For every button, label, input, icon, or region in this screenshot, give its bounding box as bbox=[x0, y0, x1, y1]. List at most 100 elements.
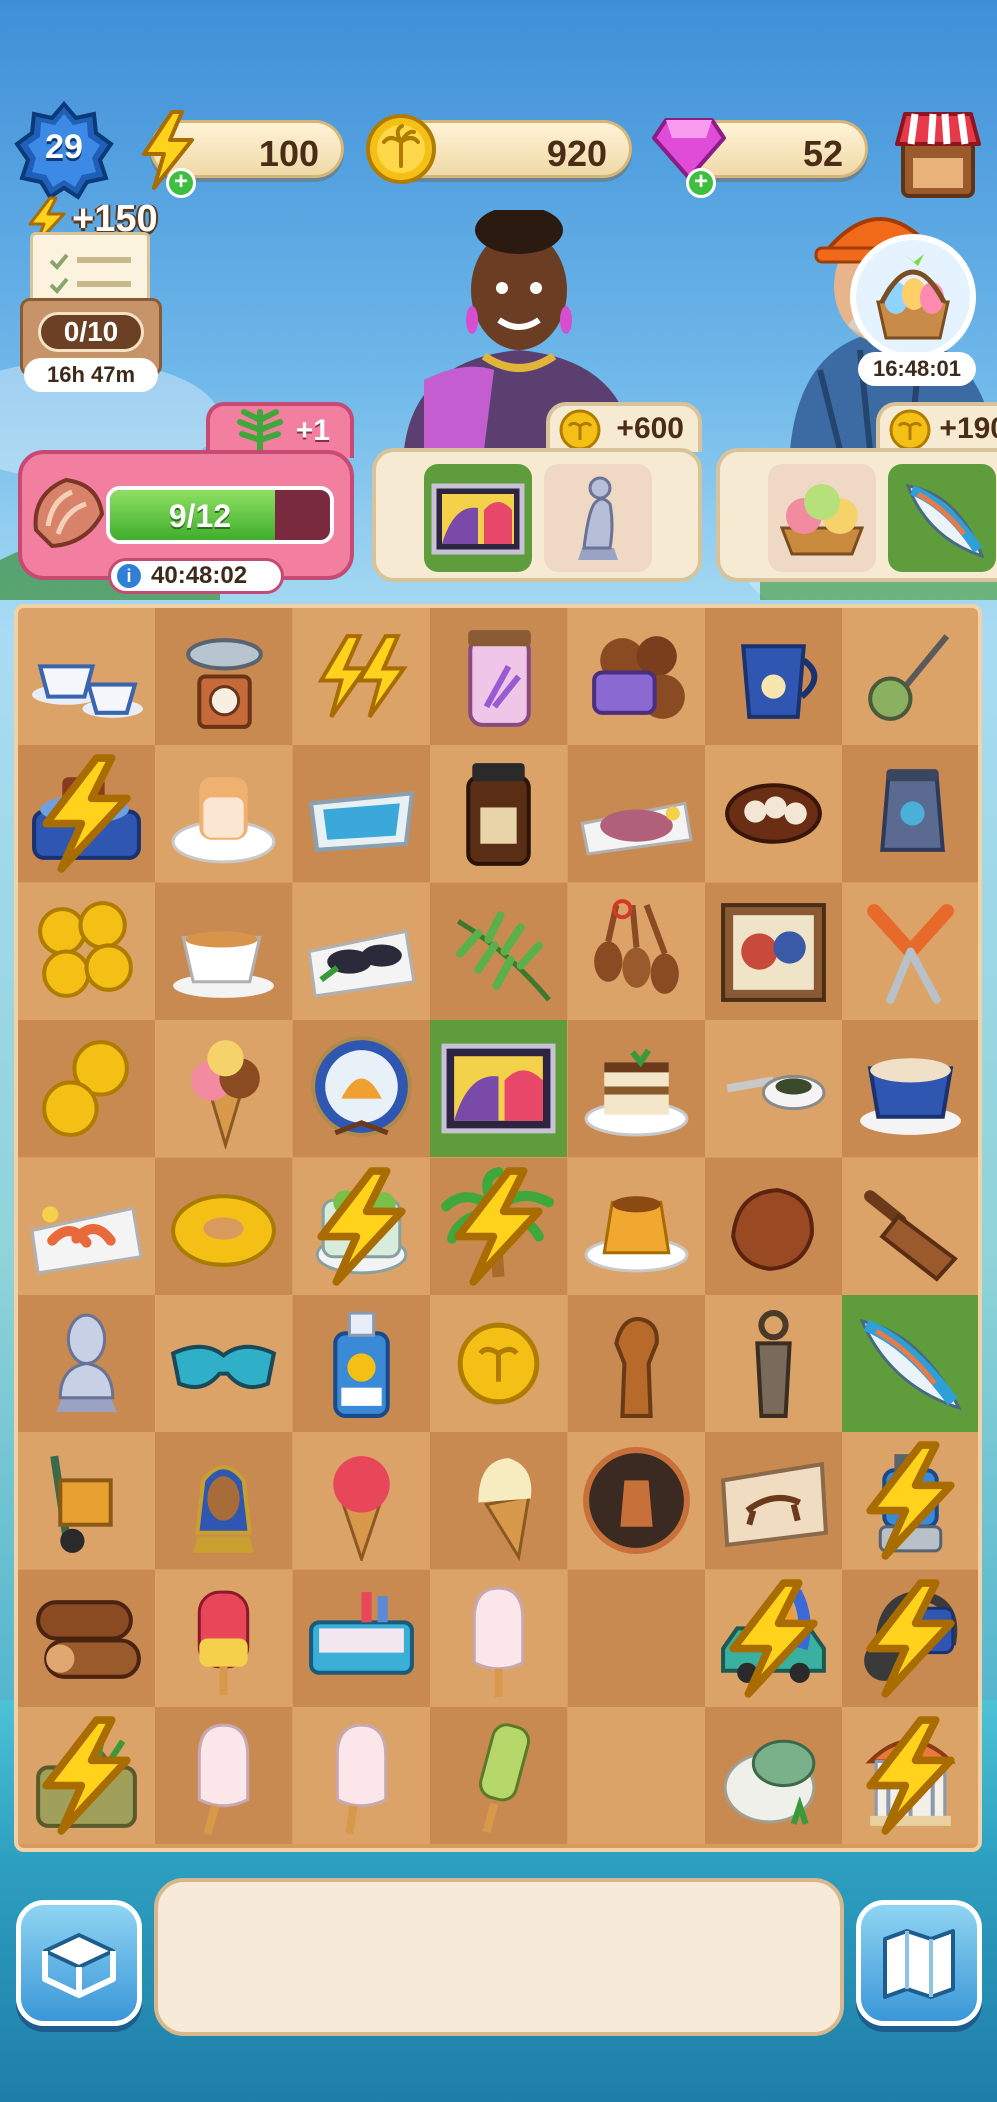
board-cell-tiramisu[interactable] bbox=[567, 1020, 705, 1158]
coin-value: 920 bbox=[546, 133, 607, 174]
board-cell-blender[interactable] bbox=[842, 1432, 978, 1570]
board-cell-clay-lump[interactable] bbox=[705, 1157, 842, 1295]
board-cell-vase[interactable] bbox=[842, 745, 978, 883]
board-cell-framed-painting[interactable] bbox=[705, 882, 842, 1020]
board-cell-headphones[interactable] bbox=[842, 1569, 978, 1707]
board-cell-kitchen-scale[interactable] bbox=[155, 608, 293, 745]
board-cell-hand-truck[interactable] bbox=[18, 1432, 155, 1570]
sunscreen-icon bbox=[333, 1311, 390, 1418]
add-gems-button[interactable]: + bbox=[686, 168, 716, 198]
board-cell-brown-jar[interactable] bbox=[430, 745, 568, 883]
task-card[interactable]: 0/10 16h 47m bbox=[20, 232, 162, 392]
board-cell-coin-pair[interactable] bbox=[18, 1020, 155, 1158]
board-cell-pharaoh-bust[interactable] bbox=[155, 1432, 293, 1570]
board-cell-pool-tile[interactable] bbox=[292, 745, 430, 883]
generator-bolt-icon bbox=[42, 754, 131, 874]
board-cell-cream-jug[interactable] bbox=[705, 608, 842, 745]
cream-jug-icon bbox=[741, 644, 818, 719]
board-cell-palm-tree[interactable] bbox=[430, 1157, 568, 1295]
board-cell-vanilla-cone[interactable] bbox=[430, 1432, 568, 1570]
energy-value: 100 bbox=[258, 133, 319, 174]
board-cell-succulent-jar[interactable] bbox=[292, 1157, 430, 1295]
board-cell-energy-bolts[interactable] bbox=[292, 608, 430, 745]
soap-beans-icon bbox=[591, 636, 685, 719]
board-cell-tea-strainer[interactable] bbox=[842, 608, 978, 745]
board-cell-fern-branch[interactable] bbox=[430, 882, 568, 1020]
board-cell-wooden-scoop[interactable] bbox=[842, 1157, 978, 1295]
board-cell-sunscreen[interactable] bbox=[292, 1295, 430, 1432]
board-cell-logs[interactable] bbox=[18, 1569, 155, 1707]
board-cell-empty[interactable] bbox=[567, 1569, 705, 1707]
board-cell-strawberry-cone[interactable] bbox=[292, 1432, 430, 1570]
generator-bolt-icon bbox=[866, 1579, 956, 1698]
board-cell-mussel-plate[interactable] bbox=[292, 882, 430, 1020]
board-cell-popsicle-white-3[interactable] bbox=[292, 1707, 430, 1845]
vanilla-cone-icon bbox=[478, 1458, 532, 1562]
board-cell-flan[interactable] bbox=[567, 1157, 705, 1295]
board-cell-cocoa-pods[interactable] bbox=[705, 745, 842, 883]
generator-bolt-icon bbox=[729, 1579, 818, 1698]
board-cell-bust-statue[interactable] bbox=[18, 1295, 155, 1432]
wooden-figurine-icon bbox=[613, 1317, 659, 1418]
board-cell-pottery-wheel[interactable] bbox=[18, 745, 155, 883]
board-cell-surfboard[interactable] bbox=[842, 1295, 978, 1432]
board-cell-sunglasses[interactable] bbox=[155, 1295, 293, 1432]
board-cell-ice-cream-cart[interactable] bbox=[292, 1569, 430, 1707]
board-cell-lavender-jar[interactable] bbox=[430, 608, 568, 745]
gem-icon bbox=[652, 118, 726, 180]
event-progress-card[interactable]: 9/12 i 40:48:02 bbox=[18, 450, 354, 594]
board-cell-wooden-spoons[interactable] bbox=[567, 882, 705, 1020]
board-cell-popsicle-white[interactable] bbox=[430, 1569, 568, 1707]
map-button[interactable] bbox=[856, 1900, 982, 2026]
add-energy-button[interactable]: + bbox=[166, 168, 196, 198]
board-cell-shrimp-plate[interactable] bbox=[18, 1157, 155, 1295]
order-card-1[interactable] bbox=[372, 448, 702, 582]
fish-plate-icon bbox=[579, 802, 693, 856]
info-icon[interactable]: i bbox=[117, 564, 141, 588]
board-cell-tea-cup[interactable] bbox=[155, 882, 293, 1020]
board-cell-popsicle-red[interactable] bbox=[155, 1569, 293, 1707]
bust-statue-icon bbox=[56, 1313, 117, 1412]
board-cell-teacups[interactable] bbox=[18, 608, 155, 745]
board-cell-surf-car[interactable] bbox=[705, 1569, 842, 1707]
board-cell-turtle-egg[interactable] bbox=[705, 1707, 842, 1845]
board-cell-swim-ring[interactable] bbox=[155, 1157, 293, 1295]
logs-icon bbox=[36, 1599, 141, 1679]
board-cell-cave-drawing[interactable] bbox=[705, 1432, 842, 1570]
cocoa-pods-icon bbox=[725, 783, 822, 845]
event-progress-text: 9/12 bbox=[168, 498, 232, 534]
board-cell-soap-beans[interactable] bbox=[567, 608, 705, 745]
order-2-item-ice-cream-scoops bbox=[768, 464, 876, 572]
board-cell-greek-plate[interactable] bbox=[567, 1432, 705, 1570]
merge-board[interactable] bbox=[14, 604, 982, 1852]
board-cell-pudding-plate[interactable] bbox=[155, 745, 293, 883]
board-cell-ancient-idol[interactable] bbox=[705, 1295, 842, 1432]
board-cell-garden-shears[interactable] bbox=[842, 882, 978, 1020]
board-cell-empty[interactable] bbox=[567, 1707, 705, 1845]
decor-plate-icon bbox=[310, 1036, 412, 1138]
order-2-reward-text: +190 bbox=[939, 412, 997, 445]
shop-icon[interactable] bbox=[893, 108, 983, 200]
teacups-icon bbox=[32, 664, 143, 718]
level-badge[interactable]: 29 bbox=[14, 100, 114, 200]
board-cell-garden-bag[interactable] bbox=[18, 1707, 155, 1845]
board-cell-cappuccino[interactable] bbox=[842, 1020, 978, 1158]
order-card-2[interactable] bbox=[716, 448, 997, 582]
board-cell-coin-stack-large[interactable] bbox=[18, 882, 155, 1020]
board-cell-popsicle-green[interactable] bbox=[430, 1707, 568, 1845]
board-cell-popsicle-white-2[interactable] bbox=[155, 1707, 293, 1845]
storage-box-button[interactable] bbox=[16, 1900, 142, 2026]
board-cell-fish-plate[interactable] bbox=[567, 745, 705, 883]
sunglasses-icon bbox=[171, 1344, 277, 1389]
easter-basket-icon bbox=[850, 234, 976, 360]
pharaoh-bust-icon bbox=[193, 1465, 255, 1554]
board-cell-ice-cream-cone[interactable] bbox=[155, 1020, 293, 1158]
popsicle-green-icon bbox=[479, 1723, 531, 1834]
board-cell-abstract-painting[interactable] bbox=[430, 1020, 568, 1158]
coin-pair-icon bbox=[42, 1040, 129, 1138]
board-cell-spoon-snack[interactable] bbox=[705, 1020, 842, 1158]
board-cell-single-coin[interactable] bbox=[430, 1295, 568, 1432]
board-cell-gazebo[interactable] bbox=[842, 1707, 978, 1845]
board-cell-decor-plate[interactable] bbox=[292, 1020, 430, 1158]
board-cell-wooden-figurine[interactable] bbox=[567, 1295, 705, 1432]
